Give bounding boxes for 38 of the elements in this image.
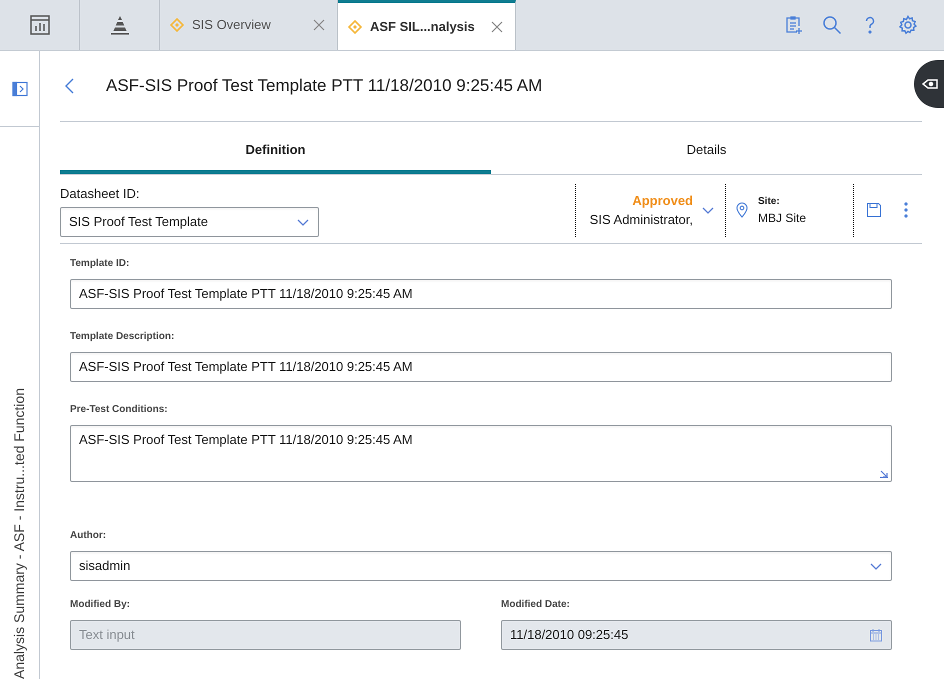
chart-icon [30, 15, 50, 35]
more-options-icon[interactable] [904, 202, 908, 218]
page-title: ASF-SIS Proof Test Template PTT 11/18/2010 9:25:45 AM [106, 75, 542, 98]
field-label: Modified Date: [501, 598, 571, 612]
field-label: Author: [70, 528, 108, 542]
pyramid-icon [110, 15, 130, 35]
text-area[interactable]: ASF-SIS Proof Test Template PTT 11/18/2010 9:25:45 AM [70, 424, 892, 482]
field-label: Template Description: [70, 330, 176, 344]
text-field[interactable]: ASF-SIS Proof Test Template PTT 11/18/2010 9:25:45 AM [70, 352, 892, 382]
dropdown-field[interactable]: sisadmin [70, 550, 892, 580]
panel-expand-icon[interactable] [12, 80, 28, 96]
field-label: Template ID: [70, 256, 130, 270]
clipboard-add-icon[interactable] [784, 15, 804, 35]
tab-title: ASF SIL...nalysis [370, 18, 476, 36]
field-label: Datasheet ID: [60, 185, 140, 203]
field-label: Pre-Test Conditions: [70, 402, 169, 416]
status-text: Approved [632, 192, 693, 210]
datasheet-dropdown[interactable]: SIS Proof Test Template [60, 206, 319, 236]
tab[interactable]: Details [491, 129, 922, 174]
tab[interactable]: Definition [60, 129, 491, 174]
tab-title: SIS Overview [192, 16, 272, 34]
field-label: Modified By: [70, 598, 131, 612]
state-owner: SIS Administrator, [590, 211, 693, 230]
save-icon[interactable] [866, 202, 882, 218]
search-icon[interactable] [822, 15, 842, 35]
site-label: Site: [758, 194, 781, 209]
resize-handle-icon[interactable] [880, 470, 888, 478]
site-value: MBJ Site [758, 210, 806, 227]
diamond-icon [170, 18, 184, 32]
close-icon[interactable] [313, 19, 325, 31]
settings-icon[interactable] [898, 15, 918, 35]
diamond-icon [348, 20, 362, 34]
back-icon[interactable] [64, 78, 76, 94]
text-field[interactable]: ASF-SIS Proof Test Template PTT 11/18/2010 9:25:45 AM [70, 278, 892, 308]
panel-caption: Analysis Summary - ASF - Instru...ted Function [10, 387, 28, 679]
close-icon[interactable] [491, 20, 503, 32]
location-pin-icon [734, 202, 750, 218]
document-tab[interactable]: ASF SIL...nalysis [338, 0, 516, 50]
